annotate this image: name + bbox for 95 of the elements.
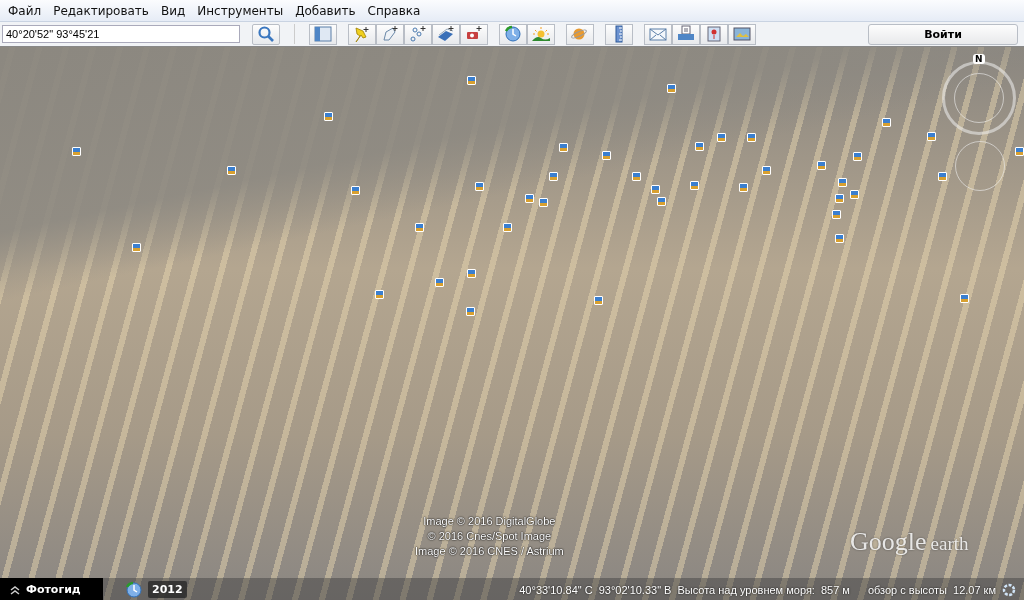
logo-text: earth [930, 533, 969, 555]
eye-altitude-value: 12.07 км [953, 583, 996, 596]
photo-marker-icon[interactable] [853, 152, 862, 161]
photo-marker-icon[interactable] [690, 181, 699, 190]
sidebar-button[interactable] [309, 23, 337, 45]
photo-marker-icon[interactable] [651, 185, 660, 194]
pushpin-button[interactable] [348, 23, 376, 45]
pushpin-icon [353, 25, 371, 43]
photo-marker-icon[interactable] [717, 133, 726, 142]
photo-marker-icon[interactable] [415, 223, 424, 232]
polygon-button[interactable] [376, 23, 404, 45]
photo-marker-icon[interactable] [351, 186, 360, 195]
photo-marker-icon[interactable] [817, 161, 826, 170]
north-label: N [973, 54, 985, 64]
sunrise-button[interactable] [527, 23, 555, 45]
photo-marker-icon[interactable] [549, 172, 558, 181]
search-button[interactable] [252, 23, 280, 45]
photo-marker-icon[interactable] [324, 112, 333, 121]
photo-marker-icon[interactable] [835, 194, 844, 203]
imagery-credit: Image © 2016 DigitalGlobe [423, 514, 556, 529]
clock-button[interactable] [499, 23, 527, 45]
camera-button[interactable] [460, 23, 488, 45]
chevron-icon [10, 584, 20, 595]
login-button[interactable]: Войти [868, 23, 1018, 45]
photo-marker-icon[interactable] [525, 194, 534, 203]
photo-marker-icon[interactable] [850, 190, 859, 199]
printer-button[interactable] [672, 23, 700, 45]
loading-spinner-icon [1002, 582, 1016, 597]
photo-guide-button[interactable]: Фотогид [0, 578, 103, 600]
photo-marker-icon[interactable] [695, 142, 704, 151]
photo-marker-icon[interactable] [657, 197, 666, 206]
overlay-icon [437, 25, 455, 43]
menu-item[interactable]: Инструменты [191, 3, 290, 18]
photo-marker-icon[interactable] [559, 143, 568, 152]
latitude-text: 40°33'10.84" С [519, 583, 593, 596]
photo-marker-icon[interactable] [762, 166, 771, 175]
map-pin-icon [705, 25, 723, 43]
path-button[interactable] [404, 23, 432, 45]
satellite-photo-placeholder[interactable]: N Image © 2016 DigitalGlobe © 2016 Cnes/Spot Image Image © 2016 CNES / Astrium Google earth Фотогид 2012 40°33'10.84" С 93°02'10.33" В Высота над уровнем моря: 857 м обзор с высоты 12.07 км [0, 47, 1024, 600]
ruler-button[interactable] [605, 23, 633, 45]
path-icon [409, 25, 427, 43]
picture-button[interactable] [728, 23, 756, 45]
photo-marker-icon[interactable] [747, 133, 756, 142]
menu-item[interactable]: Файл [2, 3, 48, 18]
sunrise-icon [532, 25, 550, 43]
photo-marker-icon[interactable] [739, 183, 748, 192]
envelope-button[interactable] [644, 23, 672, 45]
photo-marker-icon[interactable] [132, 243, 141, 252]
photo-marker-icon[interactable] [227, 166, 236, 175]
search-field[interactable]: 40°20'52" 93°45'21 [2, 25, 240, 43]
photo-marker-icon[interactable] [938, 172, 947, 181]
photo-marker-icon[interactable] [466, 307, 475, 316]
photo-marker-icon[interactable] [602, 151, 611, 160]
photo-marker-icon[interactable] [375, 290, 384, 299]
envelope-icon [649, 25, 667, 43]
imagery-credit: © 2016 Cnes/Spot Image [427, 529, 552, 544]
photo-marker-icon[interactable] [667, 84, 676, 93]
longitude-text: 93°02'10.33" В [598, 583, 672, 596]
printer-icon [677, 25, 695, 43]
photo-marker-icon[interactable] [594, 296, 603, 305]
elevation-label: Высота над уровнем моря: [677, 583, 815, 596]
history-clock-icon[interactable] [125, 580, 143, 599]
overlay-button[interactable] [432, 23, 460, 45]
menu-item[interactable]: Вид [154, 3, 192, 18]
search-icon [257, 25, 275, 43]
sidebar-icon [314, 25, 332, 43]
photo-marker-icon[interactable] [475, 182, 484, 191]
elevation-value: 857 м [820, 583, 850, 596]
picture-icon [733, 25, 751, 43]
photo-marker-icon[interactable] [72, 147, 81, 156]
photo-marker-icon[interactable] [435, 278, 444, 287]
photo-marker-icon[interactable] [1015, 147, 1024, 156]
menu-item[interactable]: Справка [361, 3, 427, 18]
eye-altitude-label: обзор с высоты [867, 583, 948, 596]
clock-icon [504, 25, 522, 43]
photo-marker-icon[interactable] [835, 234, 844, 243]
planet-button[interactable] [566, 23, 594, 45]
photo-marker-icon[interactable] [882, 118, 891, 127]
photo-marker-icon[interactable] [832, 210, 841, 219]
menu-item[interactable]: Добавить [289, 3, 362, 18]
polygon-icon [381, 25, 399, 43]
photo-marker-icon[interactable] [960, 294, 969, 303]
photo-marker-icon[interactable] [467, 76, 476, 85]
photo-marker-icon[interactable] [467, 269, 476, 278]
photo-marker-icon[interactable] [927, 132, 936, 141]
photo-marker-icon[interactable] [539, 198, 548, 207]
photo-marker-icon[interactable] [503, 223, 512, 232]
menu-item[interactable]: Редактировать [47, 3, 155, 18]
logo-text: Google [850, 527, 927, 557]
map-pin-button[interactable] [700, 23, 728, 45]
year-label[interactable]: 2012 [148, 581, 187, 598]
imagery-credit: Image © 2016 CNES / Astrium [415, 544, 564, 559]
photo-marker-icon[interactable] [632, 172, 641, 181]
photo-marker-icon[interactable] [838, 178, 847, 187]
compass-ring[interactable] [942, 61, 1016, 135]
